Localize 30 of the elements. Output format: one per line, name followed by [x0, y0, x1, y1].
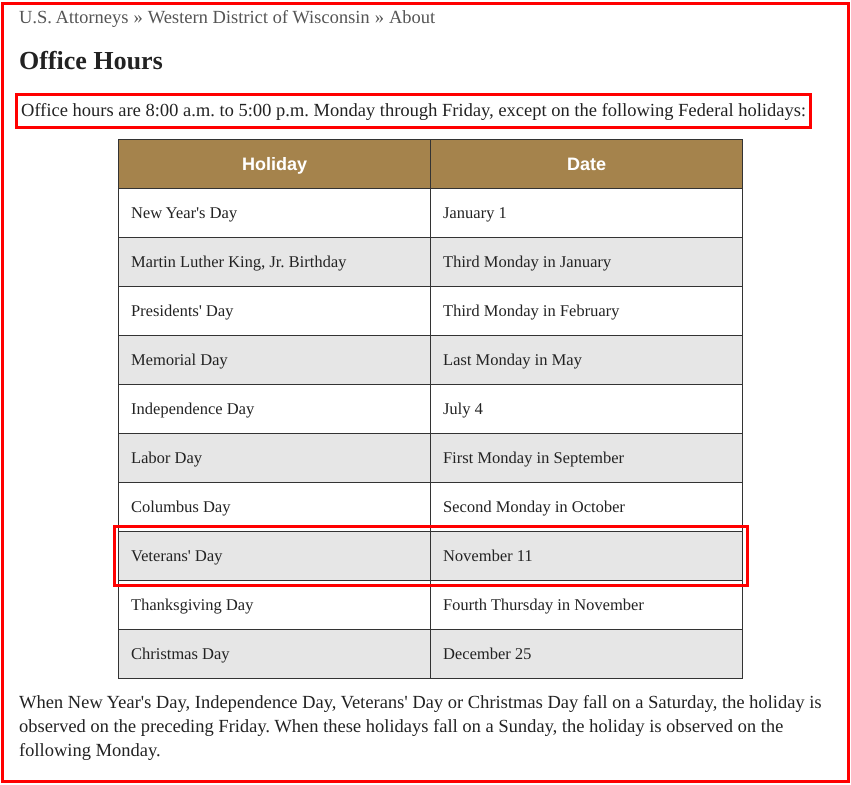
table-cell: Labor Day — [131, 448, 202, 467]
column-header: Date — [430, 140, 742, 188]
table-cell: Veterans' Day — [131, 546, 222, 565]
table-cell: Martin Luther King, Jr. Birthday — [131, 252, 346, 271]
table-cell: December 25 — [443, 644, 532, 663]
table-cell: New Year's Day — [131, 203, 238, 222]
table-cell: Independence Day — [131, 399, 254, 418]
table-cell: Christmas Day — [131, 644, 230, 663]
table-cell: Columbus Day — [131, 497, 230, 516]
breadcrumb-link[interactable]: U.S. Attorneys — [19, 7, 128, 29]
breadcrumb-link[interactable]: Western District of Wisconsin — [148, 7, 370, 29]
table-cell: Second Monday in October — [443, 497, 625, 516]
table-cell: Last Monday in May — [443, 350, 582, 369]
table-cell: Presidents' Day — [131, 301, 234, 320]
breadcrumb-separator: » — [133, 7, 143, 29]
table-cell: November 11 — [443, 546, 533, 565]
page-heading: Office Hours — [19, 46, 164, 76]
table-cell: Third Monday in February — [443, 301, 620, 320]
table-cell: Memorial Day — [131, 350, 228, 369]
table-cell: July 4 — [443, 399, 483, 418]
table-cell: Fourth Thursday in November — [443, 595, 644, 614]
table-cell: Thanksgiving Day — [131, 595, 254, 614]
intro-text: Office hours are 8:00 a.m. to 5:00 p.m. Monday through Friday, except on the following Federal holidays: — [15, 93, 812, 129]
table-cell: First Monday in September — [443, 448, 624, 467]
column-header: Holiday — [118, 140, 430, 188]
observance-note: When New Year's Day, Independence Day, Veterans' Day or Christmas Day fall on a Saturday, the holiday is observed on the preceding Friday. When these holidays fall on a Sunday, the holiday is observed on the following Monday. — [19, 692, 823, 763]
table-cell: Third Monday in January — [443, 252, 612, 271]
breadcrumb-separator: » — [374, 7, 384, 29]
table-cell: January 1 — [443, 203, 507, 222]
breadcrumb-link[interactable]: About — [388, 7, 436, 29]
